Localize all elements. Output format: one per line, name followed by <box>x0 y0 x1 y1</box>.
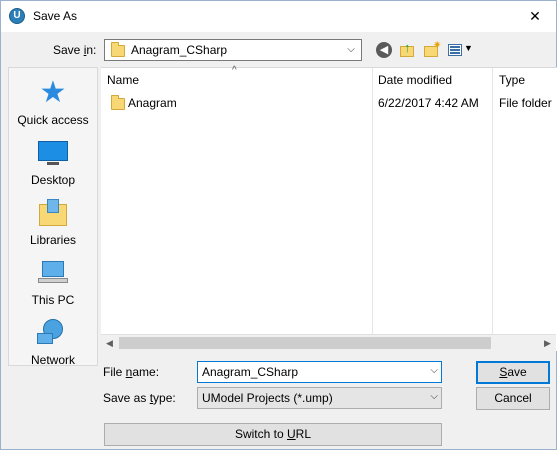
save-type-value: UModel Projects (*.ump) <box>202 391 333 405</box>
quick-access-star-icon: ★ <box>39 76 67 109</box>
column-header-name[interactable]: Name <box>107 73 139 87</box>
umodel-app-icon <box>9 8 25 24</box>
save-in-value: Anagram_CSharp <box>131 43 228 57</box>
network-icon <box>37 318 69 348</box>
scrollbar-thumb[interactable] <box>119 337 491 349</box>
title-bar: Save As ✕ <box>1 1 556 32</box>
save-in-label: Save in: <box>53 43 97 57</box>
save-in-combobox[interactable]: Anagram_CSharp ⌵ <box>104 39 362 61</box>
close-button[interactable]: ✕ <box>520 5 550 27</box>
libraries-icon <box>37 198 69 228</box>
file-type: File folder <box>499 96 552 110</box>
place-label: Quick access <box>17 113 89 127</box>
save-as-dialog: Save As ✕ Save in: Anagram_CSharp ⌵ ◀ ↑ … <box>0 0 557 450</box>
up-folder-icon[interactable]: ↑ <box>399 41 417 59</box>
horizontal-scrollbar[interactable]: ◀ ▶ <box>101 334 556 351</box>
chevron-down-icon[interactable]: ⌵ <box>430 365 438 376</box>
chevron-down-icon: ⌵ <box>347 44 355 55</box>
file-name-label: File name: <box>103 365 160 379</box>
column-header-date-modified[interactable]: Date modified <box>378 73 452 87</box>
folder-icon <box>111 42 125 57</box>
file-name-value: Anagram_CSharp <box>202 365 299 379</box>
file-date-modified: 6/22/2017 4:42 AM <box>378 96 479 110</box>
place-label: Network <box>30 353 75 367</box>
place-label: Desktop <box>30 173 76 187</box>
view-menu-icon[interactable]: ▼ <box>447 41 473 59</box>
switch-to-url-button[interactable]: Switch to URL <box>104 423 442 446</box>
this-pc-icon <box>37 258 69 288</box>
place-network[interactable]: Network <box>9 314 97 370</box>
file-name: Anagram <box>128 96 177 110</box>
place-desktop[interactable]: Desktop <box>9 134 97 190</box>
list-item[interactable]: Anagram 6/22/2017 4:42 AM File folder <box>101 93 557 113</box>
sort-ascending-icon: ^ <box>232 65 237 76</box>
save-type-label: Save as type: <box>103 391 176 405</box>
desktop-icon <box>37 138 69 168</box>
place-this-pc[interactable]: This PC <box>9 254 97 310</box>
cancel-button[interactable]: Cancel <box>476 387 550 410</box>
place-label: Libraries <box>29 233 77 247</box>
file-name-input[interactable]: Anagram_CSharp ⌵ <box>197 361 442 383</box>
scroll-right-icon[interactable]: ▶ <box>539 335 556 352</box>
scroll-left-icon[interactable]: ◀ <box>101 335 118 352</box>
new-folder-icon[interactable]: ✷ <box>423 41 441 59</box>
folder-icon <box>111 95 125 110</box>
save-type-select[interactable]: UModel Projects (*.ump) ⌵ <box>197 387 442 409</box>
dialog-title: Save As <box>33 9 78 23</box>
column-header-type[interactable]: Type <box>499 73 525 87</box>
back-icon[interactable]: ◀ <box>376 42 392 58</box>
save-button[interactable]: Save <box>476 361 550 384</box>
place-label: This PC <box>31 293 75 307</box>
file-list[interactable]: ^ Name Date modified Type Anagram 6/22/2… <box>101 65 557 351</box>
places-bar: ★ Quick access Desktop Libraries This PC… <box>8 67 98 367</box>
chevron-down-icon: ⌵ <box>430 391 438 402</box>
place-libraries[interactable]: Libraries <box>9 194 97 250</box>
place-quick-access[interactable]: ★ Quick access <box>9 74 97 130</box>
